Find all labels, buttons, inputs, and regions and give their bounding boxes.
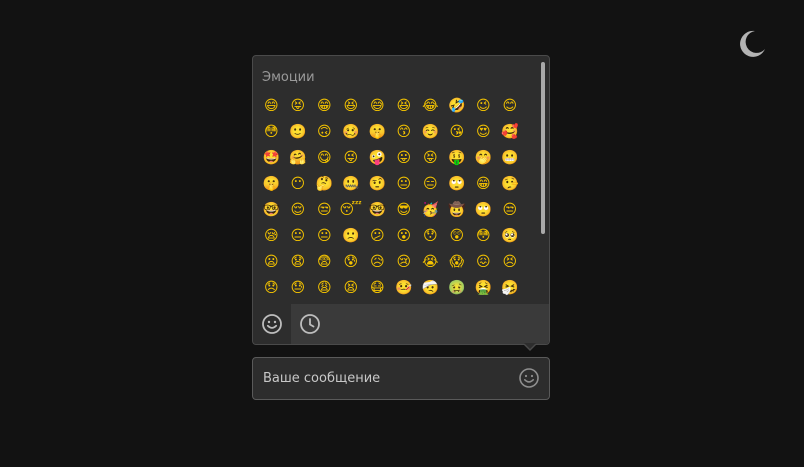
emoji-cell[interactable]: 😙	[391, 119, 418, 145]
emoji-cell[interactable]: 😥	[364, 249, 391, 275]
emoji-cell[interactable]: 😩	[311, 275, 338, 301]
emoji-cell[interactable]: 😝	[417, 145, 444, 171]
emoji-cell[interactable]: 😣	[497, 249, 524, 275]
emoji-cell[interactable]: 😁	[470, 171, 497, 197]
emoji-cell[interactable]: 😒	[497, 197, 524, 223]
emoji-cell[interactable]: 😬	[497, 145, 524, 171]
emoji-cell[interactable]: 😖	[470, 249, 497, 275]
emoji-cell[interactable]: 🤐	[338, 171, 365, 197]
emoji-cell[interactable]: 😊	[497, 93, 524, 119]
tab-recent[interactable]	[291, 304, 549, 344]
emoji-cell[interactable]: 😷	[364, 275, 391, 301]
clock-icon	[300, 314, 320, 334]
emoji-cell[interactable]: 😆	[338, 93, 365, 119]
emoji-cell[interactable]: 😍	[470, 119, 497, 145]
emoji-cell[interactable]: ☺️	[417, 119, 444, 145]
emoji-cell[interactable]: 😑	[417, 171, 444, 197]
emoji-cell[interactable]: 😄	[258, 93, 285, 119]
emoji-grid: 😄 😝 😁 😆 😅 😆 😂 🤣 😉 😊 😳 🙂 🙃 🥴 🤫 😙 ☺️ 😘 😍 🥰 🤩 🤗 😋 😜 🤪 😛 😝 🤑 🤭 😬 🤫 😶 🤔 🤐 🤨 😐 😑 🙄 😁…	[258, 93, 528, 301]
emoji-cell[interactable]: 🤢	[444, 275, 471, 301]
emoji-cell[interactable]: 🤧	[497, 275, 524, 301]
emoji-cell[interactable]: 🙃	[311, 119, 338, 145]
emoji-cell[interactable]: 🤑	[444, 145, 471, 171]
tab-emotions[interactable]	[253, 304, 291, 344]
emoji-cell[interactable]: 😞	[258, 275, 285, 301]
message-composer	[252, 357, 550, 400]
emoji-cell[interactable]: 😎	[391, 197, 418, 223]
emoji-cell[interactable]: 🤮	[470, 275, 497, 301]
emoji-cell[interactable]: 🤪	[364, 145, 391, 171]
emoji-cell[interactable]: 😝	[285, 93, 312, 119]
emoji-cell[interactable]: 😐	[391, 171, 418, 197]
emoji-cell[interactable]: 😆	[391, 93, 418, 119]
emoji-cell[interactable]: 🙁	[338, 223, 365, 249]
emoji-cell[interactable]: 😂	[417, 93, 444, 119]
emoji-cell[interactable]: 😴	[338, 197, 365, 223]
emoji-cell[interactable]: 😜	[338, 145, 365, 171]
emoji-cell[interactable]: 😐	[311, 223, 338, 249]
emoji-cell[interactable]: 😮	[391, 223, 418, 249]
picker-tab-bar	[253, 304, 549, 344]
moon-icon	[740, 30, 765, 57]
emoji-cell[interactable]: 🤒	[391, 275, 418, 301]
emoji-cell[interactable]: 🤥	[497, 171, 524, 197]
emoji-cell[interactable]: 😌	[285, 197, 312, 223]
emoji-cell[interactable]: 😕	[364, 223, 391, 249]
emoji-cell[interactable]: 😳	[258, 119, 285, 145]
emoji-cell[interactable]: 😭	[417, 249, 444, 275]
emoji-cell[interactable]: 🥳	[417, 197, 444, 223]
emoji-cell[interactable]: 😫	[338, 275, 365, 301]
emoji-cell[interactable]: 😱	[444, 249, 471, 275]
emoji-cell[interactable]: 🤣	[444, 93, 471, 119]
theme-toggle-button[interactable]	[735, 27, 767, 59]
emoji-cell[interactable]: 😰	[338, 249, 365, 275]
emoji-cell[interactable]: 😒	[311, 197, 338, 223]
smiley-icon	[262, 314, 282, 334]
emoji-cell[interactable]: 🤫	[258, 171, 285, 197]
category-title: Эмоции	[262, 70, 315, 85]
emoji-cell[interactable]: 🤓	[258, 197, 285, 223]
emoji-cell[interactable]: 😘	[444, 119, 471, 145]
message-input[interactable]	[263, 358, 513, 399]
emoji-cell[interactable]: 🙂	[285, 119, 312, 145]
emoji-cell[interactable]: 🤭	[470, 145, 497, 171]
emoji-cell[interactable]: 😉	[470, 93, 497, 119]
emoji-cell[interactable]: 🤗	[285, 145, 312, 171]
emoji-picker: Эмоции 😄 😝 😁 😆 😅 😆 😂 🤣 😉 😊 😳 🙂 🙃 🥴 🤫 😙 ☺️ 😘 😍 🥰 🤩 🤗 😋 😜 🤪 😛 😝 🤑 🤭 😬 🤫 😶…	[252, 55, 550, 345]
emoji-cell[interactable]: 😲	[444, 223, 471, 249]
emoji-button[interactable]	[518, 367, 540, 389]
emoji-cell[interactable]: 🤠	[444, 197, 471, 223]
picker-arrow-fill	[524, 343, 536, 349]
emoji-cell[interactable]: 🤓	[364, 197, 391, 223]
emoji-cell[interactable]: 😳	[470, 223, 497, 249]
emoji-cell[interactable]: 🤩	[258, 145, 285, 171]
emoji-cell[interactable]: 🤫	[364, 119, 391, 145]
emoji-cell[interactable]: 😢	[391, 249, 418, 275]
emoji-cell[interactable]: 🙄	[444, 171, 471, 197]
emoji-cell[interactable]: 🥰	[497, 119, 524, 145]
emoji-cell[interactable]: 🤔	[311, 171, 338, 197]
emoji-cell[interactable]: 😅	[364, 93, 391, 119]
emoji-cell[interactable]: 😁	[311, 93, 338, 119]
emoji-cell[interactable]: 😶	[285, 171, 312, 197]
emoji-cell[interactable]: 😐	[285, 223, 312, 249]
scrollbar-thumb[interactable]	[541, 62, 545, 234]
page: Эмоции 😄 😝 😁 😆 😅 😆 😂 🤣 😉 😊 😳 🙂 🙃 🥴 🤫 😙 ☺️ 😘 😍 🥰 🤩 🤗 😋 😜 🤪 😛 😝 🤑 🤭 😬 🤫 😶…	[0, 0, 804, 467]
emoji-cell[interactable]: 🙄	[470, 197, 497, 223]
emoji-cell[interactable]: 🤨	[364, 171, 391, 197]
emoji-cell[interactable]: 😛	[391, 145, 418, 171]
emoji-cell[interactable]: 😨	[311, 249, 338, 275]
emoji-cell[interactable]: 🥺	[497, 223, 524, 249]
emoji-cell[interactable]: 😋	[311, 145, 338, 171]
emoji-cell[interactable]: 😪	[258, 223, 285, 249]
smiley-icon	[519, 368, 539, 388]
emoji-cell[interactable]: 😯	[417, 223, 444, 249]
emoji-cell[interactable]: 😦	[258, 249, 285, 275]
emoji-cell[interactable]: 😧	[285, 249, 312, 275]
emoji-cell[interactable]: 🤕	[417, 275, 444, 301]
emoji-cell[interactable]: 😓	[285, 275, 312, 301]
emoji-cell[interactable]: 🥴	[338, 119, 365, 145]
